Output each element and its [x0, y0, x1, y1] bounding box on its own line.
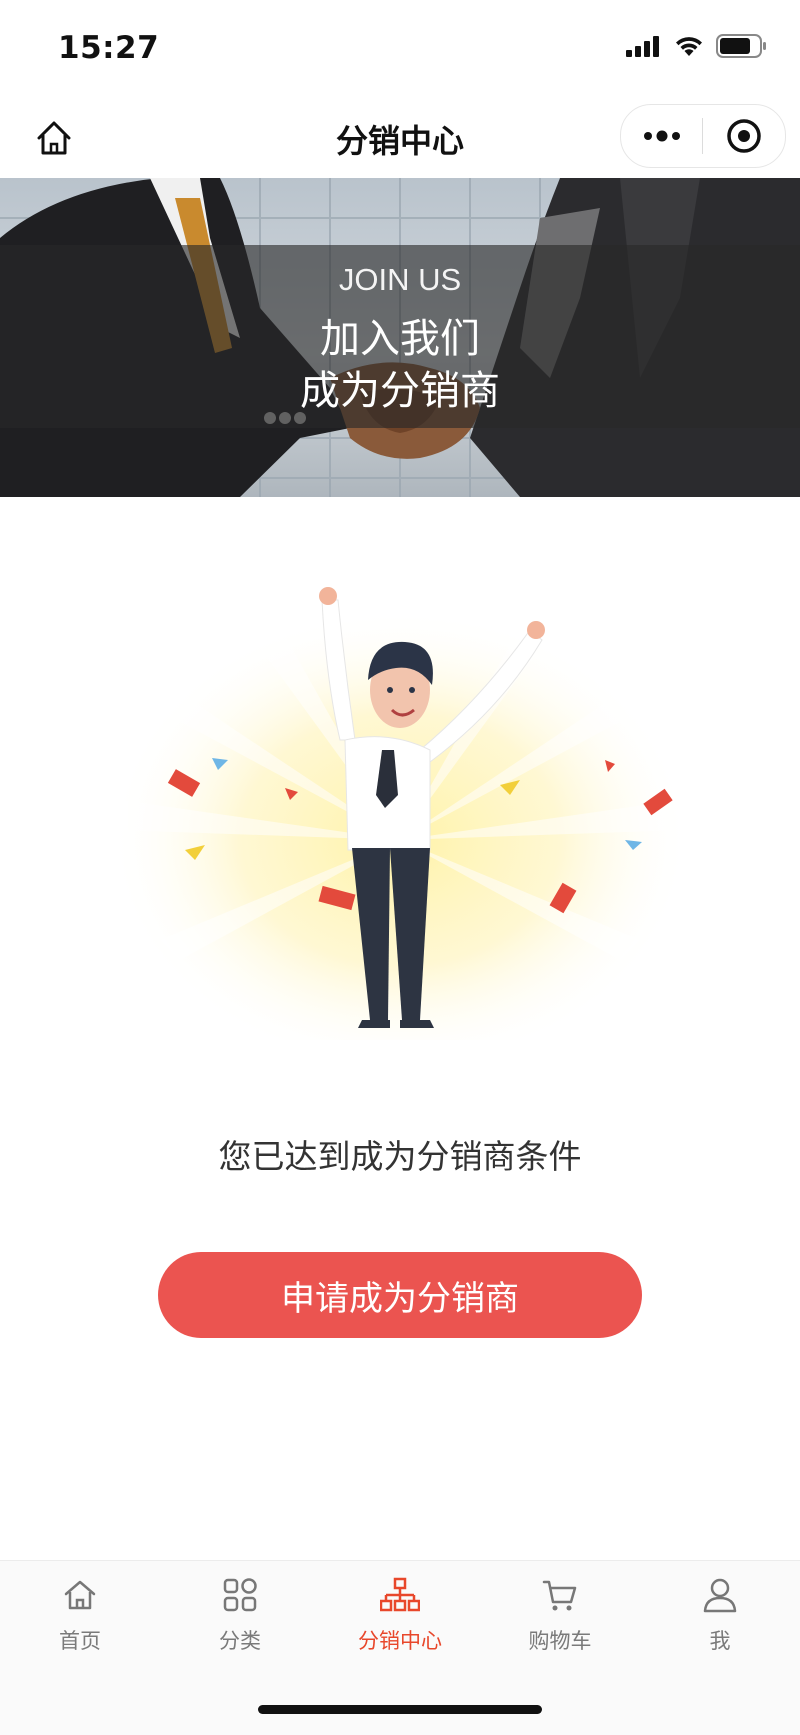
banner-title-line1: 加入我们 — [320, 316, 480, 362]
close-target-icon — [727, 119, 761, 153]
tab-label: 分类 — [219, 1629, 261, 1653]
condition-text: 您已达到成为分销商条件 — [218, 1137, 582, 1176]
more-button[interactable] — [621, 105, 702, 167]
category-grid-icon — [223, 1578, 257, 1612]
banner-english-text: JOIN US — [338, 262, 462, 297]
join-us-banner[interactable]: JOIN US 加入我们 成为分销商 — [0, 178, 800, 497]
tab-label: 首页 — [59, 1629, 101, 1653]
close-button[interactable] — [703, 105, 785, 167]
tab-distribution-center[interactable]: 分销中心 — [320, 1575, 480, 1665]
status-icons — [626, 34, 768, 58]
status-bar: 15:27 — [0, 0, 800, 96]
status-time: 15:27 — [58, 30, 160, 66]
apply-distributor-button[interactable]: 申请成为分销商 — [158, 1252, 642, 1338]
wifi-icon — [676, 37, 702, 56]
home-icon — [64, 1580, 96, 1610]
user-icon — [703, 1578, 737, 1613]
tab-label: 购物车 — [528, 1629, 592, 1653]
mini-program-capsule — [620, 104, 786, 168]
home-indicator — [258, 1705, 542, 1714]
banner-title-line2: 成为分销商 — [300, 368, 500, 414]
nav-home-button[interactable] — [30, 114, 78, 162]
celebration-illustration — [100, 580, 700, 1060]
home-icon — [37, 121, 71, 155]
tab-label: 我 — [709, 1629, 731, 1653]
tab-cart[interactable]: 购物车 — [480, 1575, 640, 1665]
happy-man-illustration — [110, 587, 690, 1060]
more-dots-icon — [643, 130, 680, 142]
tab-label: 分销中心 — [358, 1629, 442, 1653]
battery-icon — [716, 34, 766, 58]
cart-icon — [542, 1580, 577, 1611]
tab-home[interactable]: 首页 — [0, 1575, 160, 1665]
tab-category[interactable]: 分类 — [160, 1575, 320, 1665]
nav-bar: 分销中心 — [0, 96, 800, 178]
tab-me[interactable]: 我 — [640, 1575, 800, 1665]
cellular-signal-icon — [626, 36, 659, 57]
distribution-tree-icon — [380, 1577, 420, 1612]
